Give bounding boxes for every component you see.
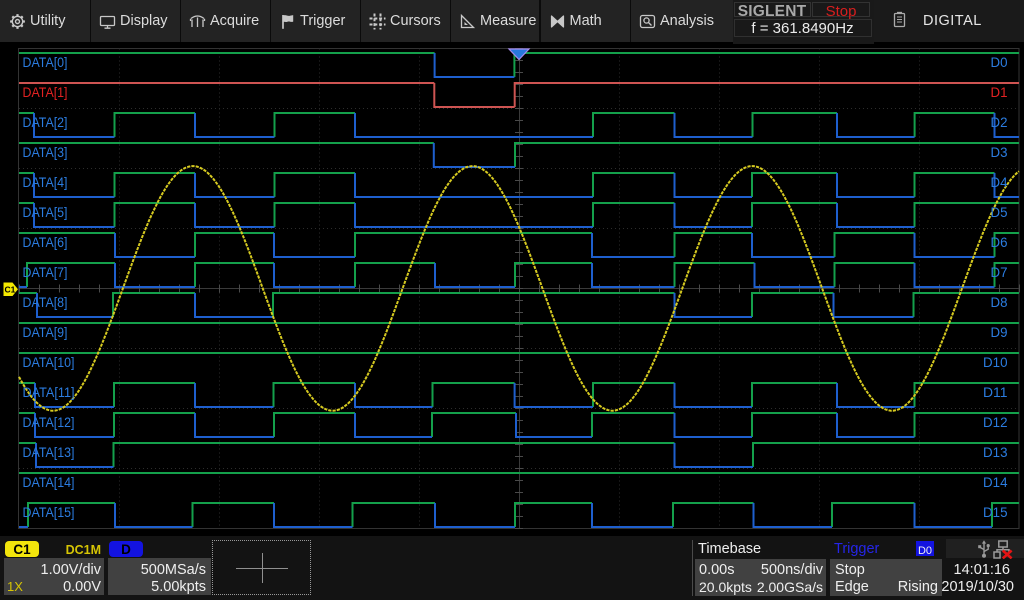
svg-text:D2: D2: [991, 114, 1008, 130]
svg-text:DATA[15]: DATA[15]: [23, 504, 75, 520]
svg-text:DATA[7]: DATA[7]: [23, 264, 68, 280]
svg-text:DATA[10]: DATA[10]: [23, 354, 75, 370]
svg-text:DATA[4]: DATA[4]: [23, 174, 68, 190]
svg-text:D10: D10: [983, 354, 1008, 370]
svg-text:D6: D6: [991, 234, 1008, 250]
svg-text:D1: D1: [991, 84, 1008, 100]
svg-text:C1: C1: [5, 285, 16, 295]
svg-text:D7: D7: [991, 264, 1008, 280]
svg-text:D13: D13: [983, 444, 1008, 460]
svg-text:DATA[9]: DATA[9]: [23, 324, 68, 340]
svg-text:DATA[2]: DATA[2]: [23, 114, 68, 130]
svg-text:D9: D9: [991, 324, 1008, 340]
svg-text:D4: D4: [991, 174, 1008, 190]
svg-text:D11: D11: [983, 384, 1008, 400]
svg-text:D8: D8: [991, 294, 1008, 310]
svg-text:DATA[3]: DATA[3]: [23, 144, 68, 160]
svg-text:D5: D5: [991, 204, 1008, 220]
svg-text:D12: D12: [983, 414, 1008, 430]
svg-text:DATA[12]: DATA[12]: [23, 414, 75, 430]
svg-text:D15: D15: [983, 504, 1008, 520]
svg-text:DATA[0]: DATA[0]: [23, 54, 68, 70]
svg-text:D0: D0: [991, 54, 1008, 70]
svg-text:DATA[6]: DATA[6]: [23, 234, 68, 250]
svg-text:DATA[1]: DATA[1]: [23, 84, 68, 100]
svg-text:DATA[14]: DATA[14]: [23, 474, 75, 490]
svg-text:DATA[11]: DATA[11]: [23, 384, 75, 400]
svg-text:D14: D14: [983, 474, 1008, 490]
svg-text:DATA[8]: DATA[8]: [23, 294, 68, 310]
svg-text:DATA[13]: DATA[13]: [23, 444, 75, 460]
svg-text:DATA[5]: DATA[5]: [23, 204, 68, 220]
svg-text:D3: D3: [991, 144, 1008, 160]
